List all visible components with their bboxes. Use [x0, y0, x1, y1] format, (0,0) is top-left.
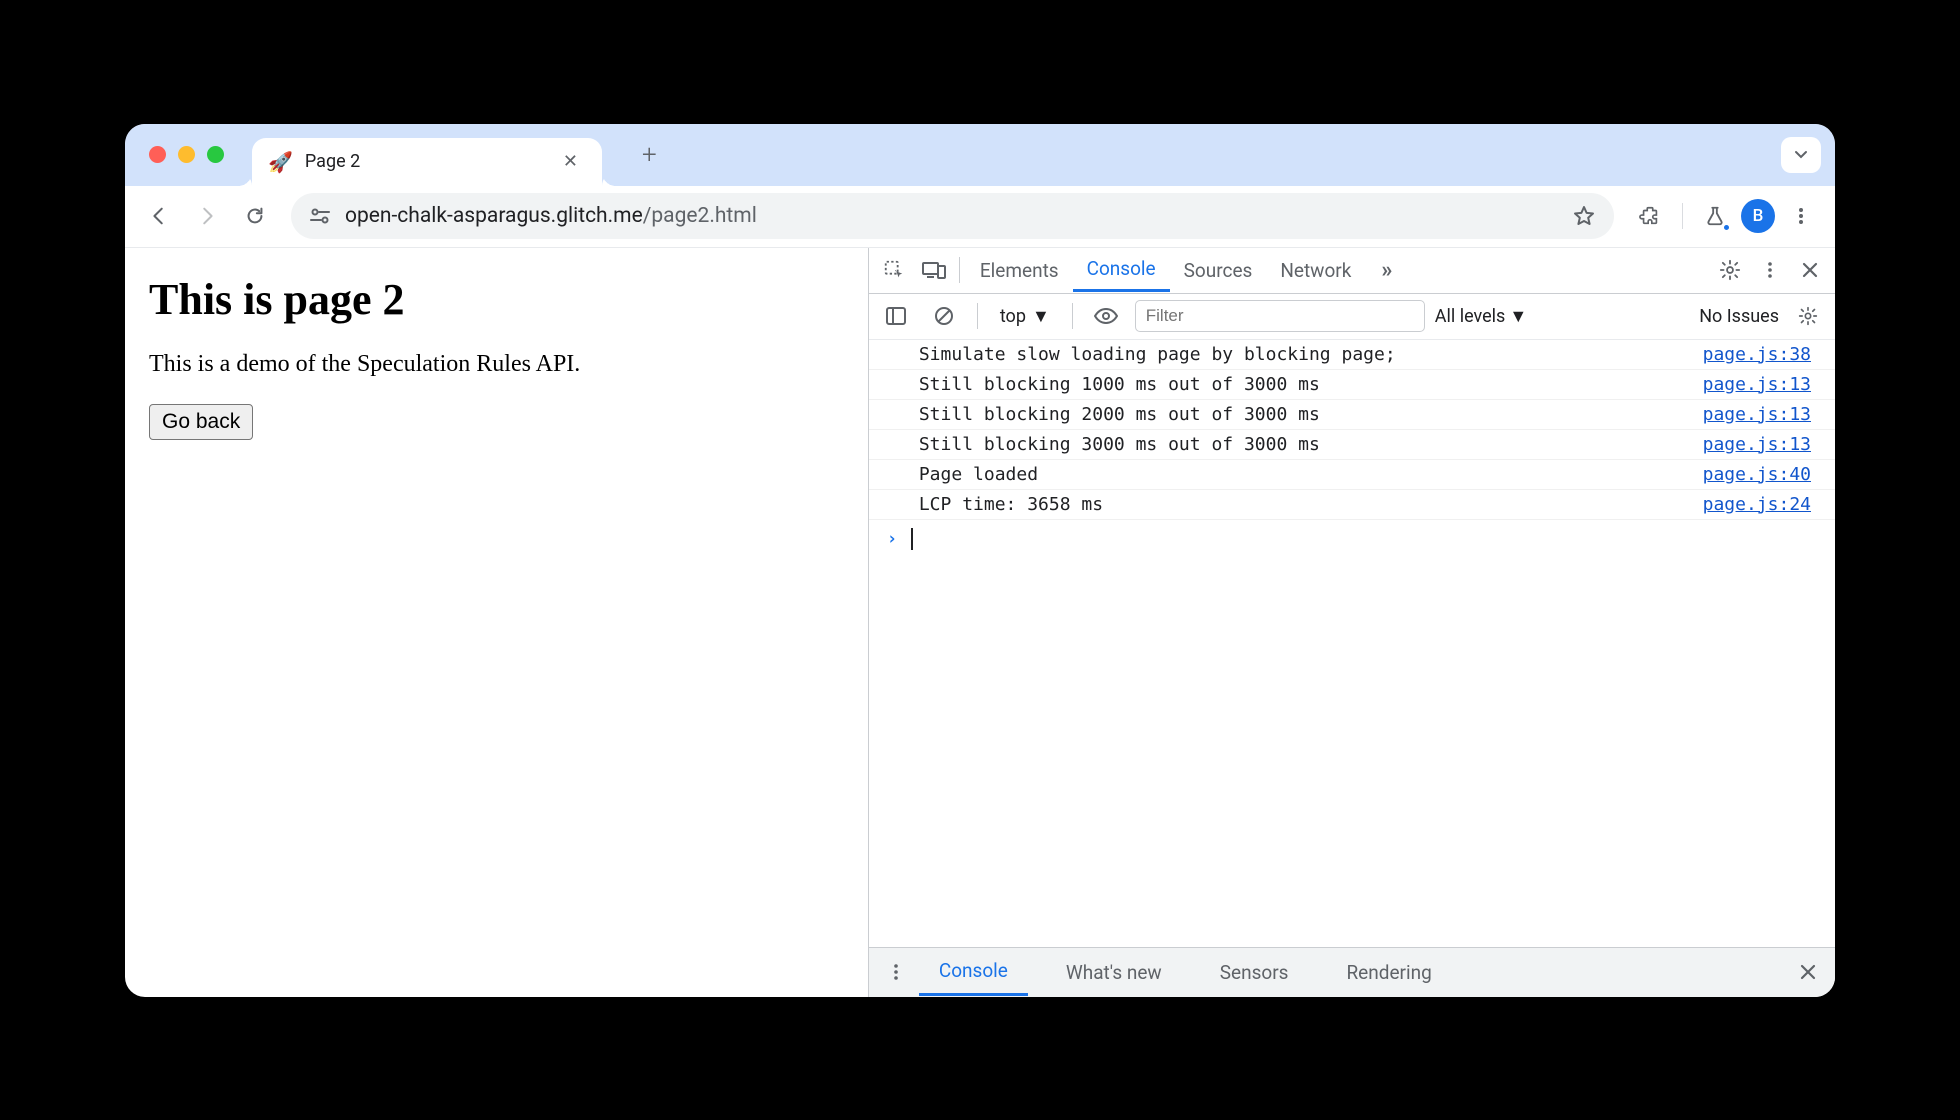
inspect-element-icon[interactable] [875, 251, 913, 289]
devtools-close-icon[interactable] [1791, 251, 1829, 289]
devtools-overflow-button[interactable]: » [1367, 248, 1406, 292]
log-message: LCP time: 3658 ms [919, 494, 1703, 515]
url-text: open-chalk-asparagus.glitch.me/page2.htm… [345, 204, 757, 228]
devtools-menu-icon[interactable] [1751, 251, 1789, 289]
context-selector[interactable]: top ▼ [992, 302, 1058, 331]
reload-button[interactable] [235, 196, 275, 236]
tab-close-button[interactable]: ✕ [555, 147, 586, 176]
console-log-row: Still blocking 1000 ms out of 3000 mspag… [869, 370, 1835, 400]
console-separator [977, 303, 978, 329]
chrome-labs-button[interactable] [1695, 196, 1735, 236]
page-heading: This is page 2 [149, 274, 844, 325]
content-area: This is page 2 This is a demo of the Spe… [125, 248, 1835, 997]
tab-overflow-button[interactable] [1781, 137, 1821, 173]
device-toolbar-icon[interactable] [915, 251, 953, 289]
prompt-cursor [911, 528, 913, 550]
live-expression-icon[interactable] [1087, 297, 1125, 335]
clear-console-icon[interactable] [925, 297, 963, 335]
devtools-drawer: Console What's new Sensors Rendering [869, 947, 1835, 997]
chevron-down-icon: ▼ [1032, 306, 1050, 327]
window-minimize-button[interactable] [178, 146, 195, 163]
console-log-row: Simulate slow loading page by blocking p… [869, 340, 1835, 370]
toolbar-separator [1682, 203, 1683, 229]
browser-window: 🚀 Page 2 ✕ + open-chalk-asparagus.glitch… [125, 124, 1835, 997]
console-filter-input[interactable] [1135, 300, 1425, 332]
page-viewport: This is page 2 This is a demo of the Spe… [125, 248, 869, 997]
log-source-link[interactable]: page.js:38 [1703, 344, 1823, 365]
go-back-button[interactable]: Go back [149, 404, 253, 440]
console-log-row: Page loadedpage.js:40 [869, 460, 1835, 490]
site-settings-icon[interactable] [309, 207, 331, 225]
drawer-tab-sensors[interactable]: Sensors [1200, 948, 1309, 996]
log-source-link[interactable]: page.js:13 [1703, 374, 1823, 395]
log-source-link[interactable]: page.js:13 [1703, 434, 1823, 455]
tab-strip: 🚀 Page 2 ✕ + [125, 124, 1835, 186]
profile-avatar[interactable]: B [1741, 199, 1775, 233]
browser-toolbar: open-chalk-asparagus.glitch.me/page2.htm… [125, 186, 1835, 248]
browser-tab[interactable]: 🚀 Page 2 ✕ [252, 138, 602, 186]
devtools-panel: ElementsConsoleSourcesNetwork » [869, 248, 1835, 997]
devtools-tab-console[interactable]: Console [1073, 248, 1170, 292]
log-message: Simulate slow loading page by blocking p… [919, 344, 1703, 365]
devtools-tabbar: ElementsConsoleSourcesNetwork » [869, 248, 1835, 294]
chrome-menu-button[interactable] [1781, 196, 1821, 236]
tab-title: Page 2 [305, 151, 543, 172]
drawer-tab-rendering[interactable]: Rendering [1326, 948, 1451, 996]
url-path: /page2.html [643, 204, 757, 228]
window-controls [149, 146, 224, 163]
devtools-tab-sources[interactable]: Sources [1170, 248, 1267, 292]
drawer-tab-console[interactable]: Console [919, 948, 1028, 996]
console-log-area: Simulate slow loading page by blocking p… [869, 340, 1835, 947]
chevron-down-icon: ▼ [1509, 306, 1527, 327]
console-log-row: Still blocking 2000 ms out of 3000 mspag… [869, 400, 1835, 430]
address-bar[interactable]: open-chalk-asparagus.glitch.me/page2.htm… [291, 193, 1614, 239]
labs-notification-dot [1722, 223, 1731, 232]
log-source-link[interactable]: page.js:24 [1703, 494, 1823, 515]
drawer-menu-icon[interactable] [877, 953, 915, 991]
log-message: Still blocking 3000 ms out of 3000 ms [919, 434, 1703, 455]
console-toolbar: top ▼ All levels ▼ No Issues [869, 294, 1835, 340]
devtools-separator [959, 257, 960, 283]
window-zoom-button[interactable] [207, 146, 224, 163]
context-label: top [1000, 306, 1026, 327]
devtools-tab-elements[interactable]: Elements [966, 248, 1073, 292]
log-levels-selector[interactable]: All levels ▼ [1435, 306, 1527, 327]
console-prompt[interactable]: › [869, 520, 1835, 558]
log-message: Page loaded [919, 464, 1703, 485]
window-close-button[interactable] [149, 146, 166, 163]
devtools-tab-network[interactable]: Network [1266, 248, 1365, 292]
extensions-button[interactable] [1630, 196, 1670, 236]
drawer-close-icon[interactable] [1789, 953, 1827, 991]
log-source-link[interactable]: page.js:40 [1703, 464, 1823, 485]
bookmark-star-icon[interactable] [1572, 204, 1596, 228]
url-host: open-chalk-asparagus.glitch.me [345, 204, 643, 228]
log-message: Still blocking 2000 ms out of 3000 ms [919, 404, 1703, 425]
forward-button[interactable] [187, 196, 227, 236]
new-tab-button[interactable]: + [632, 134, 667, 176]
issues-indicator[interactable]: No Issues [1699, 306, 1779, 327]
back-button[interactable] [139, 196, 179, 236]
toggle-sidebar-icon[interactable] [877, 297, 915, 335]
log-source-link[interactable]: page.js:13 [1703, 404, 1823, 425]
drawer-tab-what-s-new[interactable]: What's new [1046, 948, 1182, 996]
levels-label: All levels [1435, 306, 1506, 327]
console-separator [1072, 303, 1073, 329]
prompt-caret-icon: › [887, 529, 897, 549]
devtools-settings-icon[interactable] [1711, 251, 1749, 289]
console-log-row: Still blocking 3000 ms out of 3000 mspag… [869, 430, 1835, 460]
page-description: This is a demo of the Speculation Rules … [149, 351, 844, 378]
console-log-row: LCP time: 3658 mspage.js:24 [869, 490, 1835, 520]
console-settings-icon[interactable] [1789, 297, 1827, 335]
favicon-icon: 🚀 [268, 150, 293, 174]
log-message: Still blocking 1000 ms out of 3000 ms [919, 374, 1703, 395]
